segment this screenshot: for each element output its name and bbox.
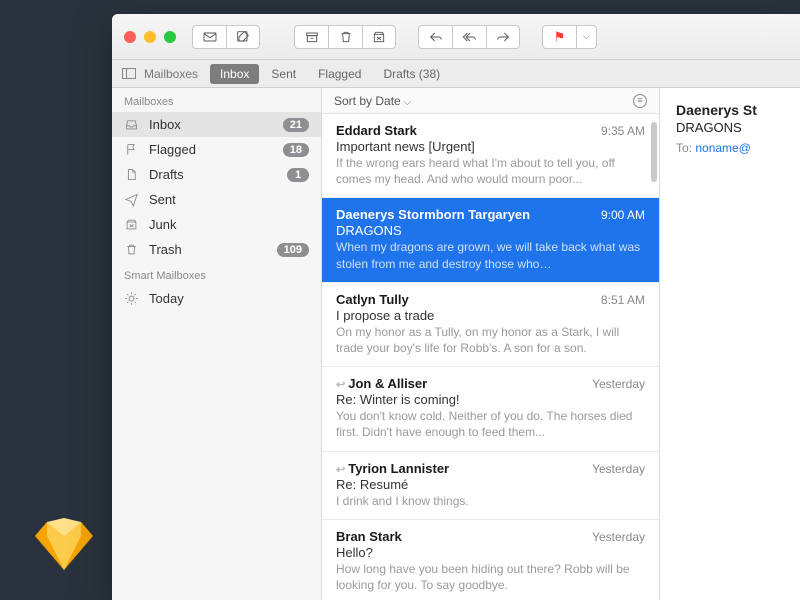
- message-subject: Re: Winter is coming!: [336, 392, 645, 407]
- reply-button[interactable]: [418, 25, 452, 49]
- window-controls: [124, 31, 176, 43]
- message-row[interactable]: Catlyn Tully 8:51 AMI propose a tradeOn m…: [322, 283, 659, 367]
- forward-button[interactable]: [486, 25, 520, 49]
- badge: 21: [283, 118, 309, 132]
- reply-all-button[interactable]: [452, 25, 486, 49]
- sidebar-item-flagged[interactable]: Flagged 18: [112, 137, 321, 162]
- flag-button[interactable]: ⚑: [542, 25, 576, 49]
- chevron-down-icon: ⌵: [583, 31, 590, 42]
- sidebar-item-sent[interactable]: Sent: [112, 187, 321, 212]
- message-subject: Re: Resumé: [336, 477, 645, 492]
- sidebar-item-label: Today: [149, 291, 309, 306]
- reply-icon: ↩: [336, 379, 345, 391]
- message-list: Eddard Stark 9:35 AMImportant news [Urgen…: [322, 114, 659, 600]
- reading-pane: Daenerys St DRAGONS To: noname@: [660, 88, 800, 600]
- message-preview: I drink and I know things.: [336, 493, 645, 509]
- sidebar-item-drafts[interactable]: Drafts 1: [112, 162, 321, 187]
- message-preview: When my dragons are grown, we will take …: [336, 239, 645, 271]
- sidebar-item-today[interactable]: Today: [112, 286, 321, 311]
- message-time: 9:00 AM: [601, 208, 645, 222]
- sidebar-item-label: Junk: [149, 217, 309, 232]
- message-row[interactable]: ↩Tyrion Lannister YesterdayRe: ResuméI dr…: [322, 452, 659, 520]
- message-subject: I propose a trade: [336, 308, 645, 323]
- message-row[interactable]: Eddard Stark 9:35 AMImportant news [Urgen…: [322, 114, 659, 198]
- sidebar-item-label: Inbox: [149, 117, 273, 132]
- badge: 1: [287, 168, 309, 182]
- message-list-column: Sort by Date ⌵ Eddard Stark 9:35 AMImport…: [322, 88, 660, 600]
- compose-button[interactable]: [226, 25, 260, 49]
- message-time: Yesterday: [592, 530, 645, 544]
- message-time: 8:51 AM: [601, 293, 645, 307]
- message-row[interactable]: ↩Jon & Alliser YesterdayRe: Winter is com…: [322, 367, 659, 451]
- sidebar-item-label: Flagged: [149, 142, 273, 157]
- message-from: Daenerys Stormborn Targaryen: [336, 207, 530, 222]
- chevron-down-icon: ⌵: [404, 97, 411, 107]
- minimize-window-button[interactable]: [144, 31, 156, 43]
- message-from: Catlyn Tully: [336, 292, 409, 307]
- message-row[interactable]: Bran Stark YesterdayHello?How long have y…: [322, 520, 659, 600]
- tab-inbox[interactable]: Inbox: [210, 64, 259, 84]
- reply-icon: ↩: [336, 464, 345, 476]
- sidebar-item-trash[interactable]: Trash 109: [112, 237, 321, 262]
- delete-button[interactable]: [328, 25, 362, 49]
- sidebar-item-junk[interactable]: Junk: [112, 212, 321, 237]
- message-preview: If the wrong ears heard what I'm about t…: [336, 155, 645, 187]
- message-time: Yesterday: [592, 462, 645, 476]
- sidebar-item-label: Trash: [149, 242, 267, 257]
- message-from: Bran Stark: [336, 529, 402, 544]
- zoom-window-button[interactable]: [164, 31, 176, 43]
- titlebar: ⚑ ⌵: [112, 14, 800, 60]
- flag-menu-button[interactable]: ⌵: [576, 25, 597, 49]
- message-from: ↩Jon & Alliser: [336, 376, 427, 391]
- sidebar-item-inbox[interactable]: Inbox 21: [112, 112, 321, 137]
- layout-icon[interactable]: [122, 68, 136, 79]
- sidebar-item-label: Sent: [149, 192, 309, 207]
- favorites-bar: Mailboxes Inbox Sent Flagged Drafts (38): [112, 60, 800, 88]
- favorites-label: Mailboxes: [144, 67, 198, 81]
- junk-button[interactable]: [362, 25, 396, 49]
- message-preview: You don't know cold. Neither of you do. …: [336, 408, 645, 440]
- message-subject: Important news [Urgent]: [336, 139, 645, 154]
- archive-button[interactable]: [294, 25, 328, 49]
- message-row[interactable]: Daenerys Stormborn Targaryen 9:00 AMDRAGO…: [322, 198, 659, 282]
- reader-to: To: noname@: [676, 141, 800, 155]
- scrollbar-thumb[interactable]: [651, 122, 657, 182]
- tab-sent[interactable]: Sent: [261, 64, 306, 84]
- badge: 109: [277, 243, 309, 257]
- tab-flagged[interactable]: Flagged: [308, 64, 371, 84]
- reader-from: Daenerys St: [676, 102, 800, 118]
- sidebar: Mailboxes Inbox 21 Flagged 18 Drafts 1 Sent Jun…: [112, 88, 322, 600]
- sidebar-section-smart: Smart Mailboxes: [112, 262, 321, 286]
- message-subject: DRAGONS: [336, 223, 645, 238]
- close-window-button[interactable]: [124, 31, 136, 43]
- badge: 18: [283, 143, 309, 157]
- message-from: Eddard Stark: [336, 123, 417, 138]
- message-subject: Hello?: [336, 545, 645, 560]
- sidebar-item-label: Drafts: [149, 167, 277, 182]
- sketch-logo: [35, 518, 93, 570]
- message-time: Yesterday: [592, 377, 645, 391]
- sort-button[interactable]: Sort by Date ⌵: [334, 94, 411, 108]
- tab-drafts[interactable]: Drafts (38): [373, 64, 450, 84]
- message-preview: How long have you been hiding out there?…: [336, 561, 645, 593]
- message-time: 9:35 AM: [601, 124, 645, 138]
- get-mail-button[interactable]: [192, 25, 226, 49]
- mail-window: ⚑ ⌵ Mailboxes Inbox Sent Flagged Drafts …: [112, 14, 800, 600]
- message-preview: On my honor as a Tully, on my honor as a…: [336, 324, 645, 356]
- sidebar-section-mailboxes: Mailboxes: [112, 88, 321, 112]
- reader-subject: DRAGONS: [676, 120, 800, 135]
- list-header: Sort by Date ⌵: [322, 88, 659, 114]
- message-from: ↩Tyrion Lannister: [336, 461, 449, 476]
- filter-icon[interactable]: [633, 94, 647, 108]
